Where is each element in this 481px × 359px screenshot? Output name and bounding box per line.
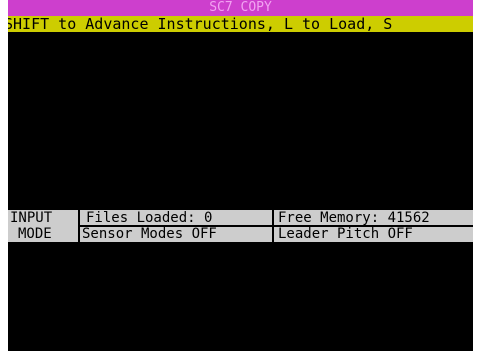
files-loaded: Files Loaded: 0	[86, 210, 213, 226]
sensor-modes: Sensor Modes OFF	[82, 226, 217, 242]
leader-pitch: Leader Pitch OFF	[278, 226, 413, 242]
mode-label-line1: INPUT	[10, 210, 53, 226]
status-row-divider	[80, 225, 473, 227]
mode-label-line2: MODE	[18, 226, 52, 242]
instruction-scroller: SHIFT to Advance Instructions, L to Load…	[8, 16, 473, 32]
scroller-text: SHIFT to Advance Instructions, L to Load…	[8, 16, 393, 32]
title-bar: SC7 COPY	[8, 0, 473, 16]
status-panel: INPUT MODE Files Loaded: 0 Sensor Modes …	[8, 210, 473, 242]
app-title: SC7 COPY	[209, 0, 272, 15]
emulator-screen: SC7 COPY SHIFT to Advance Instructions, …	[8, 0, 473, 351]
free-memory: Free Memory: 41562	[278, 210, 430, 226]
